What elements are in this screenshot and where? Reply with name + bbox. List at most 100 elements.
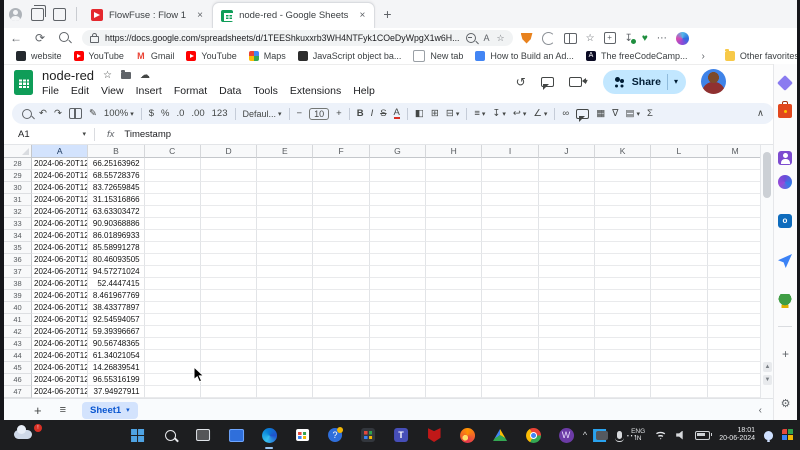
cell-empty[interactable] xyxy=(257,242,313,254)
taskbar-weather-widget[interactable]: ! xyxy=(10,424,44,446)
vertical-align-button[interactable]: ↧▾ xyxy=(492,108,505,119)
cell-timestamp[interactable]: 2024-06-20T12:2 xyxy=(32,338,88,350)
cell-empty[interactable] xyxy=(201,266,257,278)
cell-empty[interactable] xyxy=(708,206,760,218)
taskbar-search-button[interactable] xyxy=(160,425,180,445)
cell-empty[interactable] xyxy=(145,254,201,266)
cell-empty[interactable] xyxy=(370,338,426,350)
cell-empty[interactable] xyxy=(313,254,369,266)
tab-close-icon[interactable]: × xyxy=(356,10,368,21)
cell-empty[interactable] xyxy=(651,386,707,398)
cell-value[interactable]: 90.56748365 xyxy=(88,338,144,350)
cell-empty[interactable] xyxy=(651,206,707,218)
column-header-H[interactable]: H xyxy=(426,145,482,158)
cell-empty[interactable] xyxy=(257,218,313,230)
zoom-out-button[interactable] xyxy=(466,33,476,43)
cell-timestamp[interactable]: 2024-06-20T12:2 xyxy=(32,182,88,194)
cell-empty[interactable] xyxy=(257,386,313,398)
cell-empty[interactable] xyxy=(201,326,257,338)
cell-empty[interactable] xyxy=(313,278,369,290)
cell-empty[interactable] xyxy=(370,218,426,230)
cell-empty[interactable] xyxy=(539,362,595,374)
select-all-corner[interactable] xyxy=(4,145,32,158)
bookmark-fcc[interactable]: AThe freeCodeCamp... xyxy=(586,51,688,61)
undo-button[interactable]: ↶ xyxy=(39,108,47,119)
cell-empty[interactable] xyxy=(651,350,707,362)
cell-empty[interactable] xyxy=(145,158,201,170)
tab-close-icon[interactable]: × xyxy=(194,10,206,21)
cell-empty[interactable] xyxy=(370,302,426,314)
cell-empty[interactable] xyxy=(145,314,201,326)
cell-empty[interactable] xyxy=(595,182,651,194)
cell-empty[interactable] xyxy=(539,230,595,242)
percent-button[interactable]: % xyxy=(161,108,169,119)
cell-empty[interactable] xyxy=(257,290,313,302)
menu-format[interactable]: Format xyxy=(168,83,213,99)
cell-empty[interactable] xyxy=(539,338,595,350)
cell-value[interactable]: 86.01896933 xyxy=(88,230,144,242)
cell-value[interactable]: 37.94927911 xyxy=(88,386,144,398)
cell-empty[interactable] xyxy=(482,362,538,374)
cell-empty[interactable] xyxy=(595,374,651,386)
cell-empty[interactable] xyxy=(482,386,538,398)
cell-empty[interactable] xyxy=(313,218,369,230)
cell-timestamp[interactable]: 2024-06-20T12:2 xyxy=(32,194,88,206)
redo-button[interactable]: ↷ xyxy=(54,108,62,119)
cell-empty[interactable] xyxy=(708,230,760,242)
cell-empty[interactable] xyxy=(313,326,369,338)
row-header-32[interactable]: 32 xyxy=(4,206,32,218)
borders-button[interactable]: ⊞ xyxy=(431,108,439,119)
column-header-A[interactable]: A xyxy=(32,145,88,158)
cell-empty[interactable] xyxy=(370,206,426,218)
cell-empty[interactable] xyxy=(539,182,595,194)
microphone-icon[interactable] xyxy=(617,431,622,439)
bookmark-gmail[interactable]: MGmail xyxy=(136,51,175,61)
row-header-36[interactable]: 36 xyxy=(4,254,32,266)
cell-empty[interactable] xyxy=(482,326,538,338)
cell-empty[interactable] xyxy=(651,278,707,290)
cell-empty[interactable] xyxy=(426,194,482,206)
cell-empty[interactable] xyxy=(201,230,257,242)
cell-empty[interactable] xyxy=(426,230,482,242)
sidebar-add-button[interactable]: + xyxy=(774,347,797,361)
new-tab-button[interactable]: + xyxy=(383,6,391,22)
cell-empty[interactable] xyxy=(426,362,482,374)
cell-empty[interactable] xyxy=(370,350,426,362)
row-header-45[interactable]: 45 xyxy=(4,362,32,374)
cell-empty[interactable] xyxy=(313,338,369,350)
cell-empty[interactable] xyxy=(257,314,313,326)
drive-app-button[interactable] xyxy=(490,425,510,445)
cell-empty[interactable] xyxy=(201,338,257,350)
cell-empty[interactable] xyxy=(539,242,595,254)
sidebar-contacts-icon[interactable] xyxy=(778,151,792,165)
firefox-app-button[interactable] xyxy=(457,425,477,445)
cell-empty[interactable] xyxy=(426,326,482,338)
doc-title[interactable]: node-red xyxy=(42,68,94,83)
sidebar-copilot-icon[interactable] xyxy=(777,75,793,91)
cell-empty[interactable] xyxy=(370,374,426,386)
cell-empty[interactable] xyxy=(651,338,707,350)
copilot-icon[interactable] xyxy=(676,32,689,45)
cell-empty[interactable] xyxy=(482,254,538,266)
cell-empty[interactable] xyxy=(539,278,595,290)
cell-timestamp[interactable]: 2024-06-20T12:2 xyxy=(32,374,88,386)
cell-empty[interactable] xyxy=(145,278,201,290)
cell-empty[interactable] xyxy=(426,206,482,218)
bold-button[interactable]: B xyxy=(357,108,364,119)
cell-empty[interactable] xyxy=(426,302,482,314)
cell-empty[interactable] xyxy=(651,290,707,302)
sidebar-settings-icon[interactable]: ⚙ xyxy=(774,397,797,410)
battery-icon[interactable] xyxy=(695,431,710,440)
cell-empty[interactable] xyxy=(426,338,482,350)
cell-empty[interactable] xyxy=(426,182,482,194)
cell-empty[interactable] xyxy=(651,266,707,278)
cell-empty[interactable] xyxy=(370,278,426,290)
cell-empty[interactable] xyxy=(257,374,313,386)
row-header-29[interactable]: 29 xyxy=(4,170,32,182)
cell-empty[interactable] xyxy=(651,374,707,386)
cell-empty[interactable] xyxy=(539,290,595,302)
cell-empty[interactable] xyxy=(313,302,369,314)
cell-empty[interactable] xyxy=(595,206,651,218)
cell-empty[interactable] xyxy=(201,290,257,302)
cell-empty[interactable] xyxy=(145,182,201,194)
